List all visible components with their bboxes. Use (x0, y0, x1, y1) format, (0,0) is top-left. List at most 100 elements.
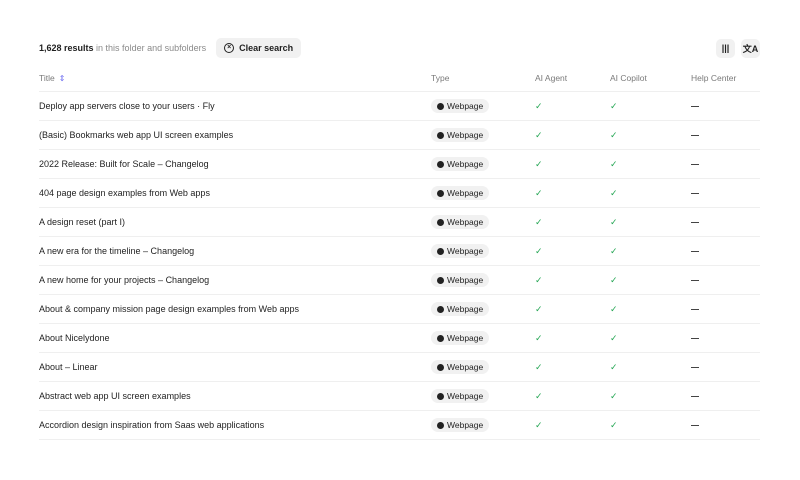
row-title[interactable]: 404 page design examples from Web apps (39, 188, 431, 198)
dash-icon (691, 279, 699, 282)
table-row[interactable]: 2022 Release: Built for Scale – Changelo… (39, 150, 760, 179)
type-badge: Webpage (431, 244, 490, 258)
dash-icon (691, 395, 699, 398)
type-label: Webpage (447, 333, 484, 343)
check-icon: ✓ (535, 390, 543, 401)
table-row[interactable]: About – Linear Webpage ✓ ✓ (39, 353, 760, 382)
type-badge: Webpage (431, 302, 490, 316)
check-icon: ✓ (535, 361, 543, 372)
row-title[interactable]: About & company mission page design exam… (39, 304, 431, 314)
table-row[interactable]: Accordion design inspiration from Saas w… (39, 411, 760, 440)
dash-icon (691, 250, 699, 253)
clear-search-button[interactable]: × Clear search (216, 38, 302, 58)
table-row[interactable]: A new home for your projects – Changelog… (39, 266, 760, 295)
row-title[interactable]: Deploy app servers close to your users ·… (39, 101, 431, 111)
check-icon: ✓ (610, 390, 618, 401)
column-type[interactable]: Type (431, 73, 535, 83)
type-label: Webpage (447, 362, 484, 372)
type-badge: Webpage (431, 128, 490, 142)
table-row[interactable]: A design reset (part I) Webpage ✓ ✓ (39, 208, 760, 237)
translate-button[interactable]: 文A (741, 38, 760, 58)
dash-icon (691, 366, 699, 369)
check-icon: ✓ (535, 158, 543, 169)
row-title[interactable]: A new home for your projects – Changelog (39, 275, 431, 285)
results-table: Title ⇕ Type AI Agent AI Copilot Help Cen… (39, 64, 760, 440)
close-circle-icon: × (224, 43, 235, 53)
row-title[interactable]: Abstract web app UI screen examples (39, 391, 431, 401)
type-badge: Webpage (431, 157, 490, 171)
type-label: Webpage (447, 275, 484, 285)
column-title[interactable]: Title ⇕ (39, 73, 431, 83)
type-badge: Webpage (431, 99, 490, 113)
row-title[interactable]: (Basic) Bookmarks web app UI screen exam… (39, 130, 431, 140)
row-title[interactable]: A new era for the timeline – Changelog (39, 246, 431, 256)
column-help-center[interactable]: Help Center (691, 73, 760, 83)
type-badge: Webpage (431, 418, 490, 432)
globe-icon (437, 189, 444, 197)
table-header: Title ⇕ Type AI Agent AI Copilot Help Cen… (39, 64, 760, 92)
row-title[interactable]: A design reset (part I) (39, 217, 431, 227)
row-title[interactable]: 2022 Release: Built for Scale – Changelo… (39, 159, 431, 169)
globe-icon (437, 276, 444, 284)
table-row[interactable]: About & company mission page design exam… (39, 295, 760, 324)
columns-button[interactable]: ||| (716, 38, 735, 58)
type-badge: Webpage (431, 360, 490, 374)
clear-search-label: Clear search (239, 43, 294, 53)
globe-icon (437, 160, 444, 168)
type-badge: Webpage (431, 389, 490, 403)
type-badge: Webpage (431, 186, 490, 200)
type-label: Webpage (447, 130, 484, 140)
type-label: Webpage (447, 304, 484, 314)
check-icon: ✓ (535, 216, 543, 227)
globe-icon (437, 334, 444, 342)
dash-icon (691, 424, 699, 427)
globe-icon (437, 218, 444, 226)
check-icon: ✓ (610, 274, 618, 285)
table-row[interactable]: Deploy app servers close to your users ·… (39, 92, 760, 121)
type-badge: Webpage (431, 273, 490, 287)
globe-icon (437, 305, 444, 313)
columns-icon: ||| (721, 43, 730, 53)
column-ai-agent[interactable]: AI Agent (535, 73, 610, 83)
column-ai-copilot[interactable]: AI Copilot (610, 73, 691, 83)
globe-icon (437, 102, 444, 110)
globe-icon (437, 392, 444, 400)
type-label: Webpage (447, 101, 484, 111)
type-label: Webpage (447, 188, 484, 198)
dash-icon (691, 221, 699, 224)
dash-icon (691, 192, 699, 195)
type-badge: Webpage (431, 331, 490, 345)
check-icon: ✓ (535, 100, 543, 111)
dash-icon (691, 337, 699, 340)
type-label: Webpage (447, 246, 484, 256)
check-icon: ✓ (610, 216, 618, 227)
check-icon: ✓ (610, 158, 618, 169)
check-icon: ✓ (535, 129, 543, 140)
check-icon: ✓ (535, 245, 543, 256)
table-row[interactable]: About Nicelydone Webpage ✓ ✓ (39, 324, 760, 353)
translate-icon: 文A (742, 43, 759, 54)
check-icon: ✓ (610, 361, 618, 372)
row-title[interactable]: Accordion design inspiration from Saas w… (39, 420, 431, 430)
table-row[interactable]: 404 page design examples from Web apps W… (39, 179, 760, 208)
type-label: Webpage (447, 420, 484, 430)
table-row[interactable]: Abstract web app UI screen examples Webp… (39, 382, 760, 411)
row-title[interactable]: About – Linear (39, 362, 431, 372)
check-icon: ✓ (610, 187, 618, 198)
results-count: 1,628 results in this folder and subfold… (39, 43, 207, 53)
dash-icon (691, 308, 699, 311)
table-row[interactable]: A new era for the timeline – Changelog W… (39, 237, 760, 266)
dash-icon (691, 134, 699, 137)
sort-icon[interactable]: ⇕ (59, 74, 66, 83)
table-row[interactable]: (Basic) Bookmarks web app UI screen exam… (39, 121, 760, 150)
type-badge: Webpage (431, 215, 490, 229)
row-title[interactable]: About Nicelydone (39, 333, 431, 343)
dash-icon (691, 105, 699, 108)
globe-icon (437, 421, 444, 429)
check-icon: ✓ (610, 129, 618, 140)
check-icon: ✓ (535, 332, 543, 343)
check-icon: ✓ (535, 419, 543, 430)
check-icon: ✓ (610, 245, 618, 256)
globe-icon (437, 363, 444, 371)
globe-icon (437, 131, 444, 139)
